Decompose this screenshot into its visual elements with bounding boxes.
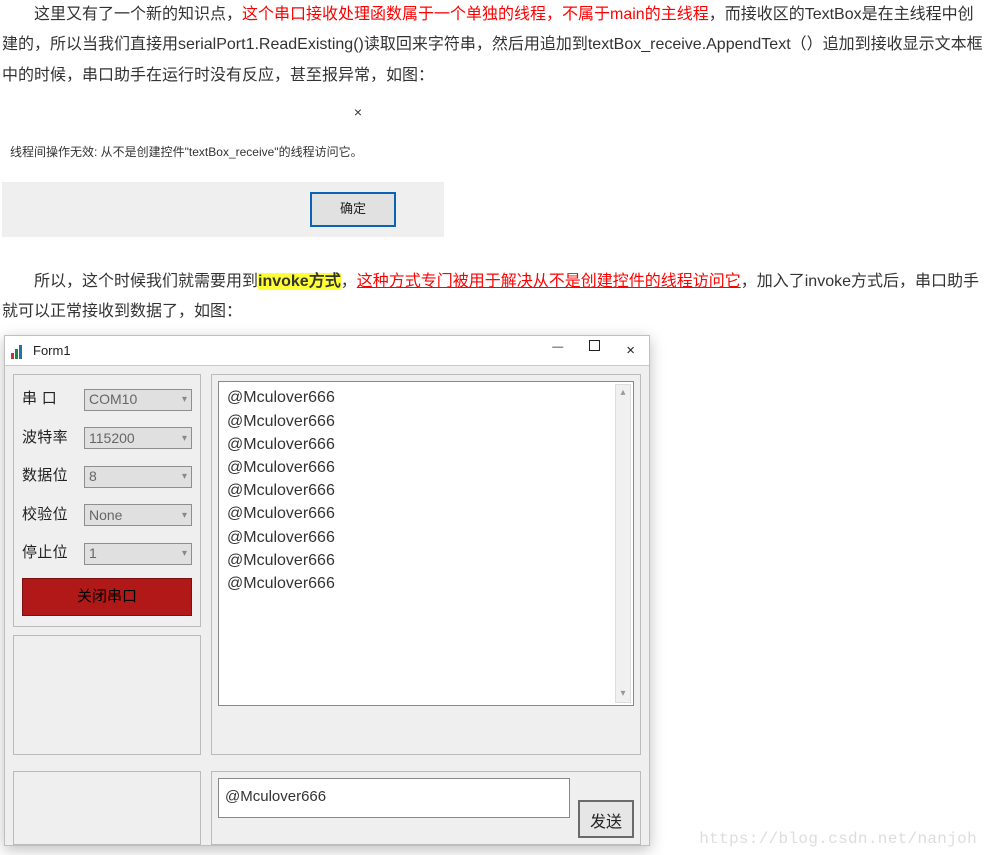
error-message: 线程间操作无效: 从不是创建控件"textBox_receive"的线程访问它。 — [2, 99, 444, 182]
window-controls: × — [552, 337, 643, 366]
highlight-invoke: invoke方式 — [258, 273, 341, 290]
stop-combo[interactable]: 1▾ — [84, 543, 192, 565]
receive-line: @Mculover666 — [227, 572, 625, 595]
article-body: 这里又有了一个新的知识点，这个串口接收处理函数属于一个单独的线程，不属于main… — [0, 0, 989, 855]
receive-line: @Mculover666 — [227, 526, 625, 549]
receive-line: @Mculover666 — [227, 386, 625, 409]
ok-button[interactable]: 确定 — [310, 192, 396, 227]
receive-line: @Mculover666 — [227, 433, 625, 456]
text: ， — [341, 273, 357, 290]
data-label: 数据位 — [22, 462, 74, 491]
receive-textbox[interactable]: ▴ ▾ @Mculover666@Mculover666@Mculover666… — [218, 381, 634, 706]
chevron-down-icon: ▾ — [182, 390, 187, 409]
text: 所以，这个时候我们就需要用到 — [2, 273, 258, 290]
baud-label: 波特率 — [22, 424, 74, 453]
dialog-button-bar: 确定 — [2, 182, 444, 237]
receive-line: @Mculover666 — [227, 410, 625, 433]
serial-config-group: 串 口 COM10▾ 波特率 115200▾ 数据位 8▾ 校验位 None▾ — [13, 374, 201, 627]
chevron-down-icon: ▾ — [182, 467, 187, 486]
paragraph-2: 所以，这个时候我们就需要用到invoke方式，这种方式专门被用于解决从不是创建控… — [2, 267, 987, 328]
minimize-icon[interactable] — [552, 337, 563, 366]
close-icon: × — [354, 99, 362, 126]
receive-line: @Mculover666 — [227, 502, 625, 525]
stop-label: 停止位 — [22, 539, 74, 568]
maximize-icon[interactable] — [589, 340, 600, 351]
emphasis-red-underline: 这种方式专门被用于解决从不是创建控件的线程访问它 — [357, 273, 741, 290]
receive-line: @Mculover666 — [227, 479, 625, 502]
parity-label: 校验位 — [22, 501, 74, 530]
chevron-down-icon: ▾ — [182, 429, 187, 448]
paragraph-1: 这里又有了一个新的知识点，这个串口接收处理函数属于一个单独的线程，不属于main… — [2, 0, 987, 91]
port-combo[interactable]: COM10▾ — [84, 389, 192, 411]
close-port-button[interactable]: 关闭串口 — [22, 578, 192, 617]
empty-group-left — [13, 635, 201, 755]
parity-combo[interactable]: None▾ — [84, 504, 192, 526]
emphasis-red: 这个串口接收处理函数属于一个单独的线程，不属于main的主线程 — [242, 6, 709, 23]
window-title: Form1 — [33, 339, 71, 364]
error-dialog-screenshot: × 线程间操作无效: 从不是创建控件"textBox_receive"的线程访问… — [2, 99, 444, 236]
send-textbox[interactable]: @Mculover666 — [218, 778, 570, 818]
app-icon — [11, 343, 27, 359]
scroll-up-icon[interactable]: ▴ — [616, 385, 630, 401]
receive-group: ▴ ▾ @Mculover666@Mculover666@Mculover666… — [211, 374, 641, 755]
scroll-down-icon[interactable]: ▾ — [616, 686, 630, 702]
port-label: 串 口 — [22, 385, 74, 414]
receive-line: @Mculover666 — [227, 456, 625, 479]
form1-window-screenshot: Form1 × 串 口 COM10▾ 波特率 115200▾ — [4, 335, 650, 846]
text: 这里又有了一个新的知识点， — [2, 6, 242, 23]
receive-line: @Mculover666 — [227, 549, 625, 572]
scrollbar[interactable]: ▴ ▾ — [615, 384, 631, 703]
close-icon[interactable]: × — [626, 337, 635, 366]
baud-combo[interactable]: 115200▾ — [84, 427, 192, 449]
titlebar: Form1 × — [5, 336, 649, 366]
data-combo[interactable]: 8▾ — [84, 466, 192, 488]
chevron-down-icon: ▾ — [182, 544, 187, 563]
watermark: https://blog.csdn.net/nanjoh — [2, 824, 987, 854]
chevron-down-icon: ▾ — [182, 506, 187, 525]
